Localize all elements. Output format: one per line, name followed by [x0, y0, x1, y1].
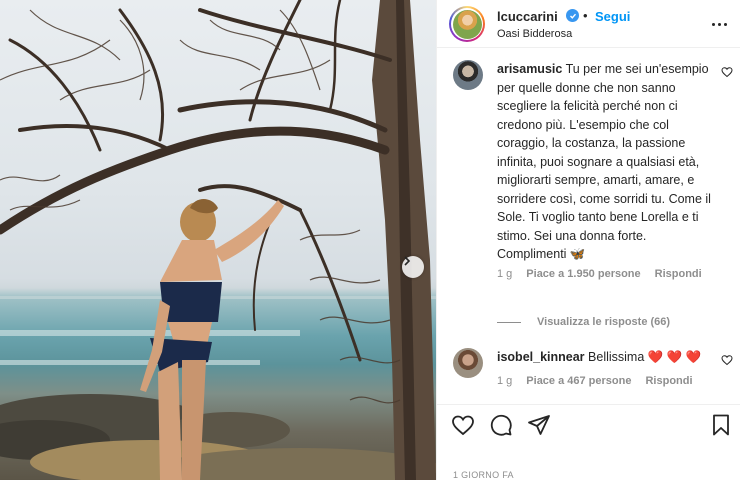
post-header: lcuccarini • Segui Oasi Bidderosa [437, 0, 740, 48]
view-replies-label[interactable]: Visualizza le risposte (66) [537, 316, 670, 328]
comment-likes[interactable]: Piace a 467 persone [526, 375, 631, 387]
comment-text: Tu per me sei un'esempio per quelle donn… [497, 62, 711, 261]
next-photo-button[interactable] [402, 256, 424, 278]
verified-badge-icon [566, 9, 579, 22]
comment-username[interactable]: arisamusic [497, 62, 562, 76]
comment-age: 1 g [497, 268, 513, 280]
follow-button[interactable]: Segui [595, 9, 630, 24]
replies-divider [497, 321, 521, 323]
post-location[interactable]: Oasi Bidderosa [497, 28, 572, 40]
comment-text-block: arisamusic Tu per me sei un'esempio per … [497, 60, 715, 264]
comment-icon[interactable] [489, 413, 513, 437]
comment-item: isobel_kinnear Bellissima ❤️ ❤️ ❤️ 1 g P… [453, 348, 733, 398]
comments-list: arisamusic Tu per me sei un'esempio per … [437, 48, 740, 402]
chevron-right-icon [404, 256, 411, 266]
post-panel: lcuccarini • Segui Oasi Bidderosa arisam… [436, 0, 740, 480]
commenter-avatar[interactable] [453, 348, 483, 378]
heart-icon[interactable] [721, 66, 733, 78]
comment-likes[interactable]: Piace a 1.950 persone [526, 268, 640, 280]
comment-meta: 1 g Piace a 467 persone Rispondi [497, 375, 693, 387]
separator-dot: • [583, 8, 588, 23]
comment-username[interactable]: isobel_kinnear [497, 350, 585, 364]
post-timestamp[interactable]: 1 GIORNO FA [453, 470, 514, 480]
comment-meta: 1 g Piace a 1.950 persone Rispondi [497, 268, 702, 280]
comment-age: 1 g [497, 375, 513, 387]
author-avatar[interactable] [449, 6, 485, 42]
post-photo[interactable] [0, 0, 436, 480]
comment-text: Bellissima ❤️ ❤️ ❤️ [588, 350, 702, 364]
reply-button[interactable]: Rispondi [645, 375, 692, 387]
heart-icon[interactable] [451, 413, 475, 437]
view-replies-button[interactable]: Visualizza le risposte (66) [497, 316, 670, 328]
commenter-avatar[interactable] [453, 60, 483, 90]
heart-icon[interactable] [721, 354, 733, 366]
bookmark-icon[interactable] [709, 413, 733, 437]
reply-button[interactable]: Rispondi [655, 268, 702, 280]
share-icon[interactable] [527, 413, 551, 437]
author-username[interactable]: lcuccarini [497, 9, 558, 24]
comment-text-block: isobel_kinnear Bellissima ❤️ ❤️ ❤️ [497, 348, 715, 367]
photo-scene [0, 0, 436, 480]
comment-item: arisamusic Tu per me sei un'esempio per … [453, 60, 733, 310]
more-options-icon[interactable] [709, 14, 729, 34]
post-actions-bar [437, 404, 740, 444]
